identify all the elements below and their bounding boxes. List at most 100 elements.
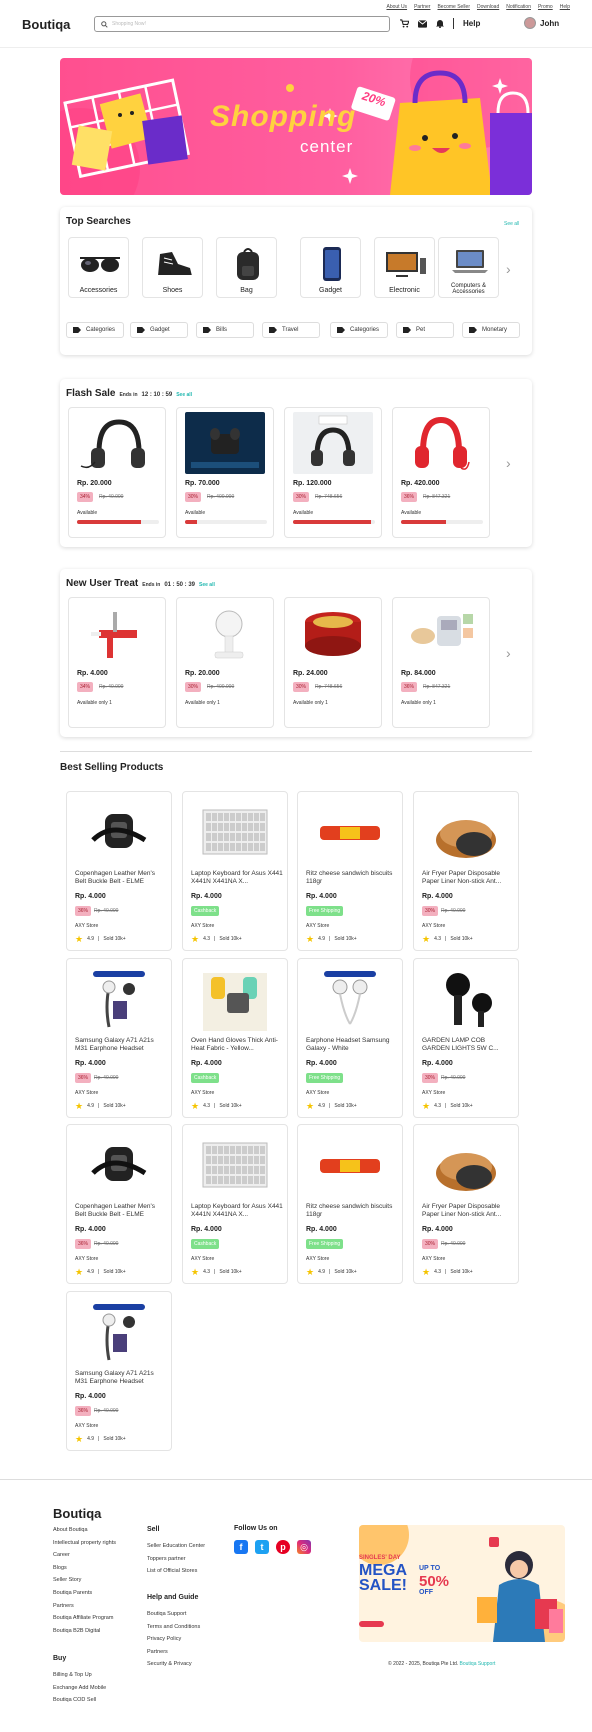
footer-link[interactable]: Seller Story (53, 1574, 116, 1587)
footer-link[interactable]: Exchange Add Mobile (53, 1682, 106, 1695)
footer-link[interactable]: Blogs (53, 1562, 116, 1575)
help-link[interactable]: Help (463, 19, 480, 28)
product-card[interactable]: Ritz cheese sandwich biscuits 118gr Rp. 4… (297, 791, 403, 951)
instagram-icon[interactable]: ◎ (297, 1540, 311, 1554)
hero-banner[interactable]: Shopping center 20% (60, 58, 532, 195)
new-user-item[interactable]: Rp. 4.000 34% Rp. 40.000 Available only … (68, 597, 166, 728)
product-price: Rp. 4.000 (75, 1060, 106, 1067)
top-nav-help[interactable]: Help (560, 4, 570, 10)
product-name: Air Fryer Paper Disposable Paper Liner N… (422, 870, 502, 885)
footer-link[interactable]: Intellectual property rights (53, 1537, 116, 1550)
footer-link[interactable]: Career (53, 1549, 116, 1562)
category-bag[interactable]: Bag (216, 237, 277, 298)
top-nav-partner[interactable]: Partner (414, 4, 430, 10)
footer-link[interactable]: Partners (53, 1600, 116, 1613)
see-all-link[interactable]: See all (199, 582, 215, 588)
new-user-item[interactable]: Rp. 24.000 30% Rp. 748.656 Available onl… (284, 597, 382, 728)
product-card[interactable]: Oven Hand Gloves Thick Anti-Heat Fabric … (182, 958, 288, 1118)
product-image (203, 973, 267, 1031)
footer-link[interactable]: Privacy Policy (147, 1633, 200, 1646)
product-card[interactable]: Laptop Keyboard for Asus X441 X441N X441… (182, 1124, 288, 1284)
chip-bills[interactable]: Bills (196, 322, 254, 338)
discount-badge: 36% (401, 682, 418, 692)
category-gadget[interactable]: Gadget (300, 237, 361, 298)
top-nav-about[interactable]: About Us (386, 4, 407, 10)
rating-sep: | (445, 1103, 447, 1109)
footer-link[interactable]: Boutiqa Parents (53, 1587, 116, 1600)
chip-categories[interactable]: Categories (66, 322, 124, 338)
category-shoes[interactable]: Shoes (142, 237, 203, 298)
product-card[interactable]: Air Fryer Paper Disposable Paper Liner N… (413, 791, 519, 951)
flash-item[interactable]: Rp. 20.000 34% Rp. 40.000 Available (68, 407, 166, 538)
footer-link[interactable]: Terms and Conditions (147, 1621, 200, 1634)
mail-icon[interactable] (418, 19, 427, 28)
see-all-link[interactable]: See all (504, 221, 519, 227)
original-price: Rp. 40.000 (441, 908, 466, 914)
store-name: AXY Store (75, 1256, 99, 1262)
flash-item[interactable]: Rp. 70.000 30% Rp. 400.000 Available (176, 407, 274, 538)
chevron-right-icon[interactable]: › (506, 456, 518, 470)
category-computers[interactable]: Computers & Accessories (438, 237, 499, 298)
product-card[interactable]: GARDEN LAMP COB GARDEN LIGHTS 5W C... Rp.… (413, 958, 519, 1118)
footer-link[interactable]: Boutiqa Affiliate Program (53, 1612, 116, 1625)
footer-link[interactable]: Boutiqa COD Sell (53, 1694, 106, 1707)
search-input[interactable]: Shopping Now! (112, 21, 146, 27)
footer-link[interactable]: Partners (147, 1646, 200, 1659)
product-card[interactable]: Ritz cheese sandwich biscuits 118gr Rp. 4… (297, 1124, 403, 1284)
sold-count: Sold 10k+ (450, 1269, 473, 1275)
bell-icon[interactable] (436, 19, 444, 28)
footer-link[interactable]: Boutiqa B2B Digital (53, 1625, 116, 1638)
top-nav-download[interactable]: Download (477, 4, 499, 10)
top-nav-seller[interactable]: Become Seller (437, 4, 470, 10)
chip-gadget[interactable]: Gadget (130, 322, 188, 338)
availability: Available only 1 (293, 700, 328, 706)
product-card[interactable]: Copenhagen Leather Men's Belt Buckle Bel… (66, 1124, 172, 1284)
search-bar[interactable]: Shopping Now! (94, 16, 390, 32)
facebook-icon[interactable]: f (234, 1540, 248, 1554)
promo-banner[interactable]: SINGLES' DAY MEGA SALE! UP TO 50% OFF (359, 1525, 565, 1642)
new-user-item[interactable]: Rp. 84.000 36% Rp. 847.321 Available onl… (392, 597, 490, 728)
top-searches-title: Top Searches (66, 216, 131, 227)
cart-icon[interactable] (400, 19, 409, 28)
footer-link[interactable]: Billing & Top Up (53, 1669, 106, 1682)
chip-monetary[interactable]: Monetary (462, 322, 520, 338)
footer-link[interactable]: Boutiqa Support (147, 1608, 200, 1621)
rating-sep: | (214, 1103, 216, 1109)
product-price: Rp. 4.000 (306, 1060, 337, 1067)
new-user-item[interactable]: Rp. 20.000 30% Rp. 400.000 Available onl… (176, 597, 274, 728)
chip-travel[interactable]: Travel (262, 322, 320, 338)
flash-item[interactable]: Rp. 420.000 36% Rp. 847.321 Available (392, 407, 490, 538)
product-card[interactable]: Air Fryer Paper Disposable Paper Liner N… (413, 1124, 519, 1284)
logo[interactable]: Boutiqa (22, 17, 70, 32)
chevron-right-icon[interactable]: › (506, 262, 518, 276)
product-card[interactable]: Laptop Keyboard for Asus X441 X441N X441… (182, 791, 288, 951)
see-all-link[interactable]: See all (176, 392, 192, 398)
footer-link[interactable]: Toppers partner (147, 1553, 205, 1566)
footer-link[interactable]: About Boutiqa (53, 1524, 116, 1537)
flash-item[interactable]: Rp. 120.000 30% Rp. 748.656 Available (284, 407, 382, 538)
pinterest-icon[interactable]: p (276, 1540, 290, 1554)
category-electronic[interactable]: Electronic (374, 237, 435, 298)
footer-link[interactable]: Security & Privacy (147, 1658, 200, 1671)
category-accessories[interactable]: Accessories (68, 237, 129, 298)
chevron-right-icon[interactable]: › (506, 646, 518, 660)
top-nav-notification[interactable]: Notification (506, 4, 531, 10)
footer-link[interactable]: List of Official Stores (147, 1565, 205, 1578)
product-price: Rp. 4.000 (306, 1226, 337, 1233)
countdown-timer: 12 : 10 : 59 (141, 392, 173, 398)
chip-pet[interactable]: Pet (396, 322, 454, 338)
top-nav-promo[interactable]: Promo (538, 4, 553, 10)
product-card[interactable]: Samsung Galaxy A71 A21s M31 Earphone Hea… (66, 1291, 172, 1451)
footer-logo[interactable]: Boutiqa (53, 1506, 101, 1521)
twitter-icon[interactable]: t (255, 1540, 269, 1554)
discount-badge: 30% (185, 682, 202, 692)
sold-count: Sold 10k+ (334, 936, 357, 942)
user-menu[interactable]: John (524, 17, 559, 29)
product-card[interactable]: Copenhagen Leather Men's Belt Buckle Bel… (66, 791, 172, 951)
copyright-link[interactable]: Boutiqa Support (460, 1661, 496, 1667)
product-card[interactable]: Samsung Galaxy A71 A21s M31 Earphone Hea… (66, 958, 172, 1118)
product-card[interactable]: Earphone Headset Samsung Galaxy - White R… (297, 958, 403, 1118)
footer-link[interactable]: Seller Education Center (147, 1540, 205, 1553)
chip-categories-2[interactable]: Categories (330, 322, 388, 338)
original-price: Rp. 40.000 (94, 1075, 119, 1081)
